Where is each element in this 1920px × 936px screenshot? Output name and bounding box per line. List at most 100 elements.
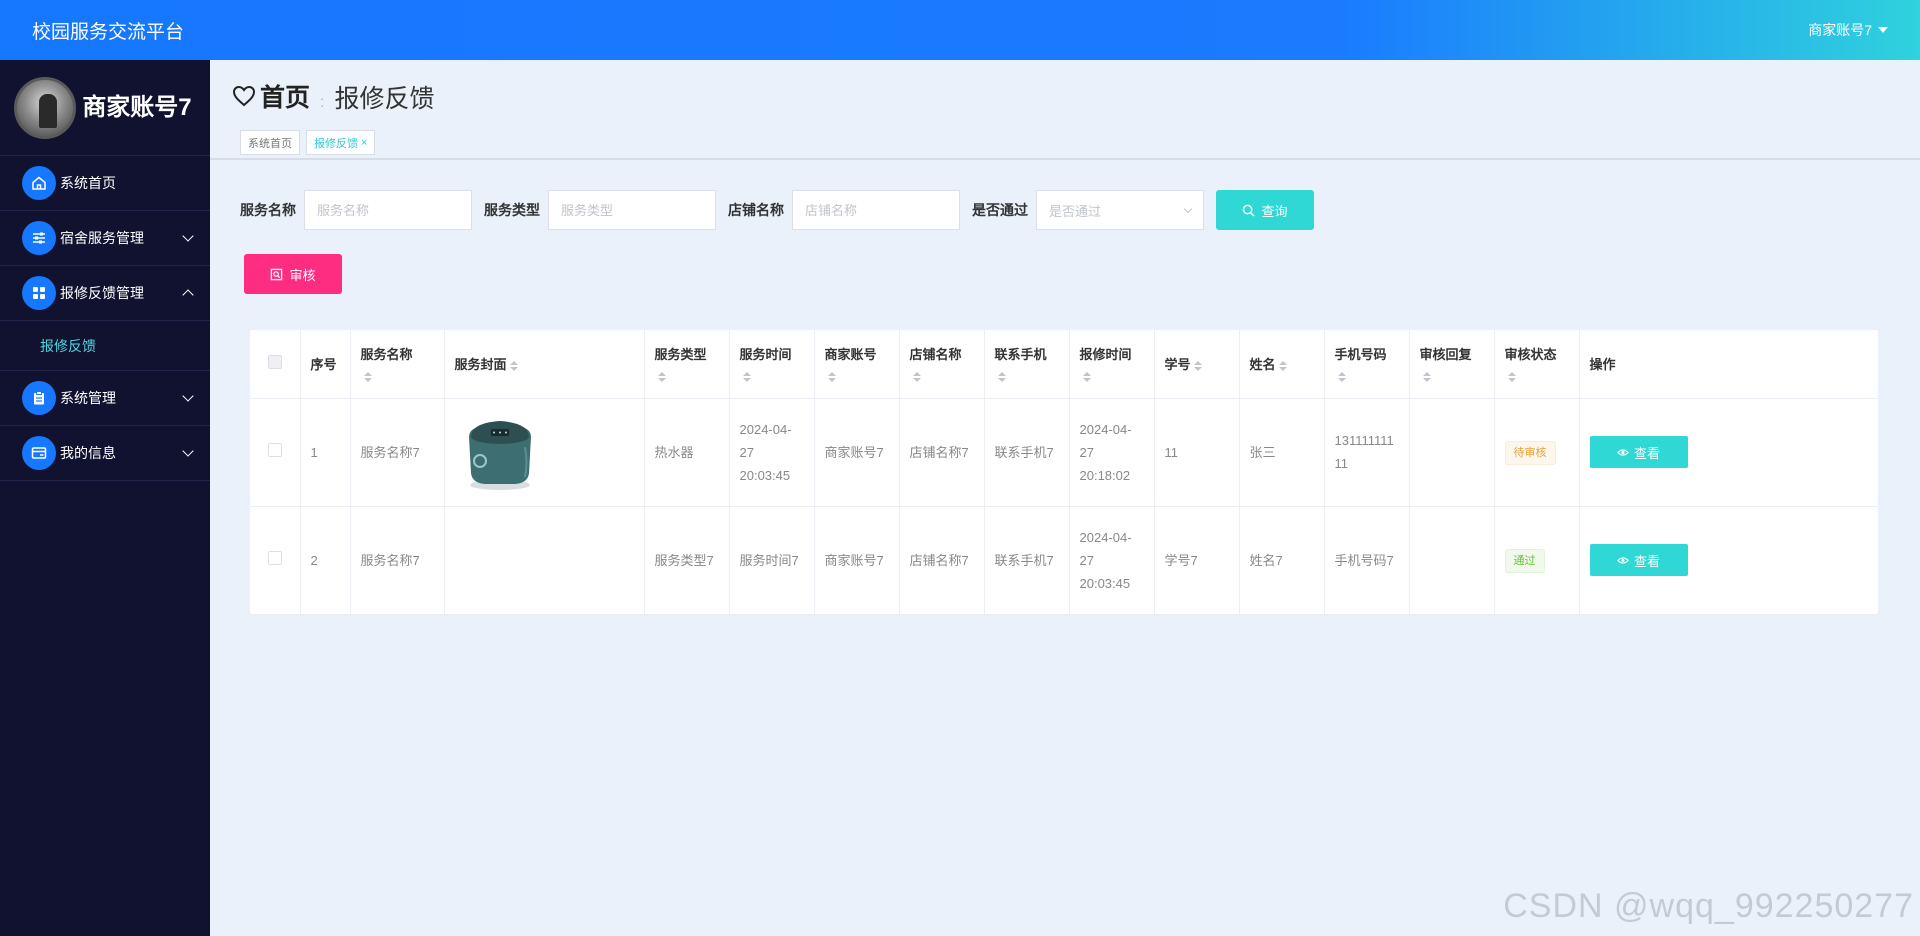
sidebar-subitem-repair-feedback[interactable]: 报修反馈 [0, 321, 210, 371]
sort-icon[interactable] [657, 372, 666, 383]
sort-icon[interactable] [1082, 372, 1091, 383]
cell-action: 查看 [1579, 398, 1878, 507]
col-header-sortable[interactable]: 商家账号 [814, 330, 900, 399]
service-type-input[interactable] [548, 190, 716, 230]
sidebar-item-label: 我的信息 [60, 445, 116, 461]
passed-select[interactable]: 是否通过 [1036, 190, 1204, 230]
cell-service-time: 服务时间7 [729, 506, 815, 615]
col-header-label: 联系手机 [994, 346, 1047, 362]
col-header: 序号 [300, 330, 351, 399]
select-all-checkbox[interactable] [267, 355, 282, 370]
cell-service-time: 2024-04-27 20:03:45 [729, 398, 815, 507]
service-name-input[interactable] [304, 190, 472, 230]
col-header-sortable[interactable]: 店铺名称 [899, 330, 985, 399]
cell-service-name: 服务名称7 [350, 506, 445, 615]
col-header-label: 学号 [1164, 357, 1191, 373]
tab-repair-feedback[interactable]: 报修反馈 × [306, 130, 376, 155]
col-header-sortable[interactable]: 学号 [1154, 330, 1240, 399]
col-header-label: 服务名称 [360, 346, 413, 362]
cell-index: 1 [300, 398, 351, 507]
app-title: 校园服务交流平台 [32, 21, 185, 43]
profile-name: 商家账号7 [82, 93, 192, 121]
audit-button-label: 审核 [289, 267, 316, 283]
query-button-label: 查询 [1261, 203, 1288, 219]
main-content: 首页 : 报修反馈 系统首页 报修反馈 × 服务名称 服务类型 店铺名称 是否通… [210, 60, 1920, 936]
search-icon [1243, 204, 1256, 217]
sort-icon[interactable] [1278, 360, 1287, 371]
view-button[interactable]: 查看 [1589, 436, 1688, 468]
breadcrumb-home[interactable]: 首页 [232, 78, 310, 114]
profile: 商家账号7 [0, 60, 210, 156]
shop-name-input[interactable] [792, 190, 960, 230]
page-header: 首页 : 报修反馈 系统首页 报修反馈 × [210, 60, 1920, 160]
view-button[interactable]: 查看 [1589, 544, 1688, 576]
sidebar-item-my-info[interactable]: 我的信息 [0, 426, 210, 481]
close-icon[interactable]: × [361, 137, 367, 149]
audit-icon [271, 268, 283, 280]
query-button[interactable]: 查询 [1216, 190, 1314, 230]
service-name-label: 服务名称 [240, 202, 296, 218]
cell-merchant: 商家账号7 [814, 398, 900, 507]
rice-cooker-image[interactable] [455, 407, 545, 497]
top-bar: 校园服务交流平台 商家账号7 [0, 0, 1920, 60]
sort-icon[interactable] [509, 360, 518, 371]
col-header-label: 手机号码 [1334, 346, 1387, 362]
tab-system-home[interactable]: 系统首页 [240, 130, 300, 155]
col-header-sortable[interactable]: 审核回复 [1409, 330, 1495, 399]
watermark: CSDN @wqq_992250277 [1503, 887, 1914, 925]
cell-phone: 联系手机7 [984, 506, 1070, 615]
audit-button[interactable]: 审核 [244, 254, 342, 294]
chevron-up-icon [182, 289, 194, 301]
home-icon [22, 166, 56, 200]
cell-phone: 联系手机7 [984, 398, 1070, 507]
col-header-sortable[interactable]: 服务时间 [729, 330, 815, 399]
sort-icon[interactable] [1193, 360, 1202, 371]
sort-icon[interactable] [912, 372, 921, 383]
col-header-sortable[interactable]: 姓名 [1239, 330, 1325, 399]
col-header-sortable[interactable]: 服务类型 [644, 330, 730, 399]
cell-action: 查看 [1579, 506, 1878, 615]
col-header-label: 服务类型 [654, 346, 707, 362]
cell-service-type: 热水器 [644, 398, 730, 507]
col-header-label: 报修时间 [1079, 346, 1132, 362]
service-type-label: 服务类型 [484, 202, 540, 218]
search-form: 服务名称 服务类型 店铺名称 是否通过 是否通过 查询 [240, 190, 1314, 230]
sort-icon[interactable] [827, 372, 836, 383]
clipboard-icon [22, 381, 56, 415]
breadcrumb: 首页 : 报修反馈 [232, 78, 434, 115]
table-row: 2 服务名称7 服务类型7 服务时间7 商家账号7 店铺名称7 联系手机7 20… [250, 506, 1878, 615]
cell-repair-time: 2024-04-27 20:18:02 [1069, 398, 1155, 507]
sort-icon[interactable] [363, 372, 372, 383]
col-header-sortable[interactable]: 手机号码 [1324, 330, 1410, 399]
cell-shop: 店铺名称7 [899, 506, 985, 615]
col-header-sortable[interactable]: 服务名称 [350, 330, 445, 399]
sidebar-item-label: 系统首页 [60, 175, 116, 191]
sidebar-item-system-mgmt[interactable]: 系统管理 [0, 371, 210, 426]
sliders-icon [22, 221, 56, 255]
col-header-sortable[interactable]: 服务封面 [444, 330, 645, 399]
sort-icon[interactable] [1337, 372, 1346, 383]
sidebar-item-repair-feedback-mgmt[interactable]: 报修反馈管理 [0, 266, 210, 321]
cell-service-name: 服务名称7 [350, 398, 445, 507]
sort-icon[interactable] [1507, 372, 1516, 383]
heart-icon [232, 85, 256, 107]
card-icon [22, 436, 56, 470]
cell-merchant: 商家账号7 [814, 506, 900, 615]
breadcrumb-home-label: 首页 [260, 84, 311, 112]
col-header: 操作 [1579, 330, 1878, 399]
col-header-sortable[interactable]: 联系手机 [984, 330, 1070, 399]
user-menu[interactable]: 商家账号7 [1808, 20, 1888, 40]
sort-icon[interactable] [1422, 372, 1431, 383]
sidebar-item-dorm-service[interactable]: 宿舍服务管理 [0, 211, 210, 266]
sort-icon[interactable] [997, 372, 1006, 383]
sort-icon[interactable] [742, 372, 751, 383]
row-checkbox[interactable] [267, 442, 282, 457]
eye-icon [1617, 448, 1629, 456]
col-header-sortable[interactable]: 审核状态 [1494, 330, 1580, 399]
col-header-sortable[interactable]: 报修时间 [1069, 330, 1155, 399]
row-checkbox[interactable] [267, 550, 282, 565]
chevron-down-icon [182, 230, 194, 242]
sidebar-item-home[interactable]: 系统首页 [0, 156, 210, 211]
eye-icon [1617, 556, 1629, 564]
cell-status: 通过 [1494, 506, 1580, 615]
